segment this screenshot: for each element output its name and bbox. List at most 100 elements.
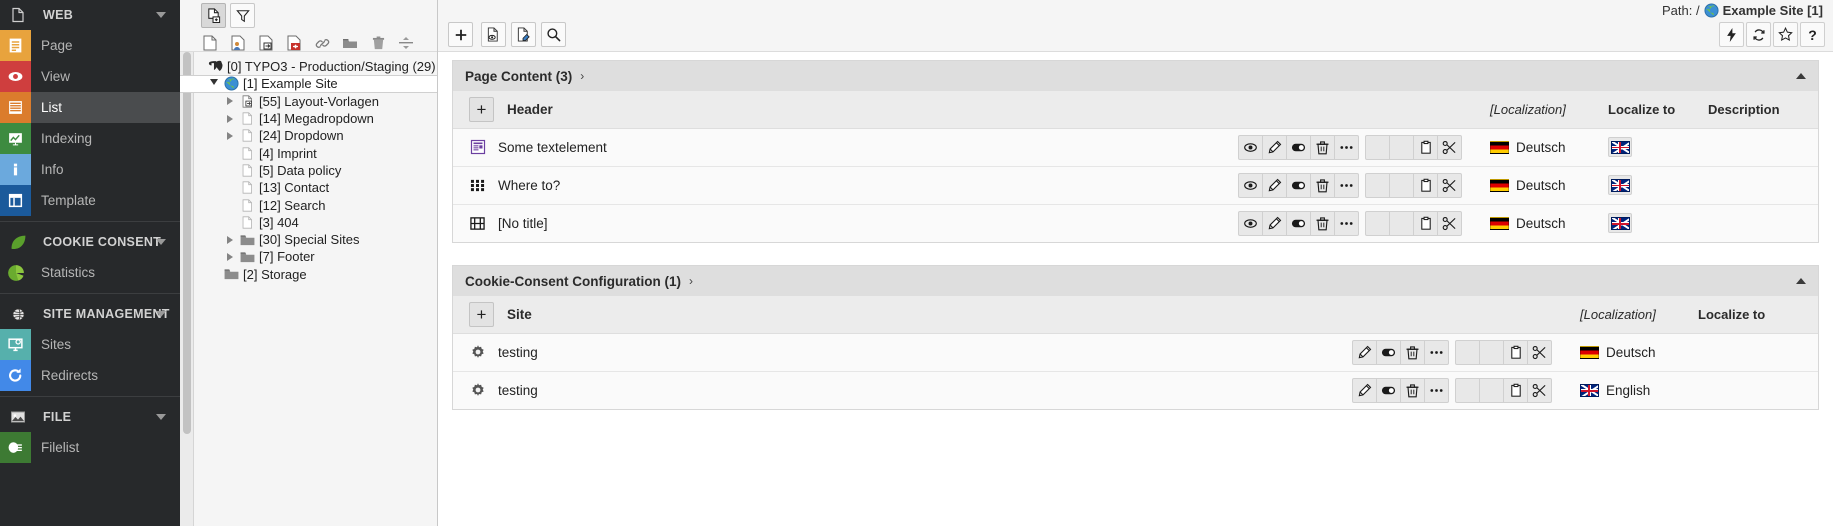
clear-cache-button[interactable] — [1719, 22, 1744, 47]
table-row[interactable]: testing English — [453, 370, 1818, 409]
scissors-button[interactable] — [1437, 134, 1462, 160]
pencil-button[interactable] — [1262, 210, 1287, 236]
eye-button[interactable] — [1238, 210, 1263, 236]
trash-button[interactable] — [1310, 172, 1335, 198]
chevron-up-icon[interactable] — [1796, 73, 1806, 79]
reload-button[interactable] — [1746, 22, 1771, 47]
more-button[interactable] — [1334, 134, 1359, 160]
paste-button[interactable] — [1413, 210, 1438, 236]
tree-node[interactable]: [7] Footer — [180, 248, 437, 265]
sidebar-item-view[interactable]: View — [0, 61, 180, 92]
edit-page-button[interactable] — [511, 22, 536, 47]
table-row[interactable]: Where to? Deutsch — [453, 165, 1818, 204]
toggle-button[interactable] — [1376, 339, 1401, 365]
tree-toggle-closed-icon[interactable] — [222, 110, 238, 127]
chevron-down-icon[interactable] — [156, 12, 166, 18]
eye-button[interactable] — [1238, 134, 1263, 160]
sidebar-item-info[interactable]: Info — [0, 154, 180, 185]
localize-to-button[interactable] — [1608, 175, 1632, 195]
pencil-button[interactable] — [1262, 172, 1287, 198]
toggle-button[interactable] — [1286, 172, 1311, 198]
clipboard-slot[interactable] — [1365, 134, 1390, 160]
panel-header[interactable]: Page Content (3) › — [453, 61, 1818, 91]
panel-header[interactable]: Cookie-Consent Configuration (1) › — [453, 266, 1818, 296]
chevron-down-icon[interactable] — [156, 311, 166, 317]
tree-toggle-open-icon[interactable] — [206, 75, 222, 92]
clipboard-slot[interactable] — [1365, 172, 1390, 198]
toggle-button[interactable] — [1376, 377, 1401, 403]
add-record-button[interactable]: + — [469, 96, 494, 122]
new-page-doc-icon[interactable] — [199, 32, 221, 54]
pencil-button[interactable] — [1352, 377, 1377, 403]
panel-expand-chevron-icon[interactable]: › — [580, 69, 584, 83]
tree-node[interactable]: [12] Search — [180, 196, 437, 213]
eye-button[interactable] — [1238, 172, 1263, 198]
sidebar-item-page[interactable]: Page — [0, 30, 180, 61]
tree-node[interactable]: [1] Example Site — [180, 75, 437, 93]
chevron-up-icon[interactable] — [1796, 278, 1806, 284]
search-button[interactable] — [541, 22, 566, 47]
trash-button[interactable] — [1400, 377, 1425, 403]
more-button[interactable] — [1334, 210, 1359, 236]
paste-button[interactable] — [1413, 172, 1438, 198]
menu-group-web[interactable]: WEB — [0, 0, 180, 30]
clipboard-slot[interactable] — [1389, 134, 1414, 160]
insert-page-icon[interactable] — [255, 32, 277, 54]
tree-node[interactable]: [4] Imprint — [180, 144, 437, 161]
tree-node[interactable]: [3] 404 — [180, 214, 437, 231]
new-page-icon[interactable] — [201, 3, 226, 28]
sidebar-item-sites[interactable]: Sites — [0, 329, 180, 360]
tree-node[interactable]: [5] Data policy — [180, 162, 437, 179]
pencil-button[interactable] — [1262, 134, 1287, 160]
more-button[interactable] — [1424, 377, 1449, 403]
menu-group-file[interactable]: FILE — [0, 402, 180, 432]
tree-toggle-closed-icon[interactable] — [222, 231, 238, 248]
toggle-button[interactable] — [1286, 134, 1311, 160]
sidebar-item-indexing[interactable]: Indexing — [0, 123, 180, 154]
sidebar-item-filelist[interactable]: Filelist — [0, 432, 180, 463]
menu-group-site-management[interactable]: SITE MANAGEMENT — [0, 299, 180, 329]
sidebar-item-redirects[interactable]: Redirects — [0, 360, 180, 391]
chevron-down-icon[interactable] — [156, 414, 166, 420]
link-chain-icon[interactable] — [311, 32, 333, 54]
divider-icon[interactable] — [395, 32, 417, 54]
clipboard-slot[interactable] — [1455, 377, 1480, 403]
table-row[interactable]: testing Deutsch — [453, 332, 1818, 371]
tree-toggle-closed-icon[interactable] — [222, 127, 238, 144]
sidebar-item-statistics[interactable]: Statistics — [0, 257, 180, 288]
tree-toggle-closed-icon[interactable] — [222, 248, 238, 265]
sidebar-item-list[interactable]: List — [0, 92, 180, 123]
paste-button[interactable] — [1503, 377, 1528, 403]
tree-node[interactable]: [13] Contact — [180, 179, 437, 196]
trash-button[interactable] — [1310, 210, 1335, 236]
trash-bin-icon[interactable] — [367, 32, 389, 54]
more-button[interactable] — [1424, 339, 1449, 365]
paste-button[interactable] — [1413, 134, 1438, 160]
scissors-button[interactable] — [1437, 172, 1462, 198]
add-record-button[interactable]: + — [469, 301, 494, 327]
scissors-button[interactable] — [1437, 210, 1462, 236]
tree-node[interactable]: [24] Dropdown — [180, 127, 437, 144]
more-button[interactable] — [1334, 172, 1359, 198]
page-tree[interactable]: [0] TYPO3 - Production/Staging (29) [1] E… — [180, 52, 437, 526]
table-row[interactable]: [No title] Deutsch — [453, 203, 1818, 242]
tree-node[interactable]: [0] TYPO3 - Production/Staging (29) — [180, 58, 437, 75]
help-button[interactable]: ? — [1800, 22, 1825, 47]
new-page-user-icon[interactable] — [227, 32, 249, 54]
paste-button[interactable] — [1503, 339, 1528, 365]
clipboard-slot[interactable] — [1389, 172, 1414, 198]
pencil-button[interactable] — [1352, 339, 1377, 365]
view-webpage-button[interactable] — [481, 22, 506, 47]
filter-funnel-icon[interactable] — [230, 3, 255, 28]
sidebar-item-template[interactable]: Template — [0, 185, 180, 216]
bookmark-button[interactable] — [1773, 22, 1798, 47]
table-row[interactable]: Some textelement Deutsch — [453, 127, 1818, 166]
folder-icon[interactable] — [339, 32, 361, 54]
new-record-button[interactable] — [448, 22, 473, 47]
panel-expand-chevron-icon[interactable]: › — [689, 274, 693, 288]
chevron-down-icon[interactable] — [156, 239, 166, 245]
tree-toggle-closed-icon[interactable] — [222, 93, 238, 110]
scissors-button[interactable] — [1527, 377, 1552, 403]
tree-node[interactable]: [55] Layout-Vorlagen — [180, 93, 437, 110]
delete-page-icon[interactable] — [283, 32, 305, 54]
